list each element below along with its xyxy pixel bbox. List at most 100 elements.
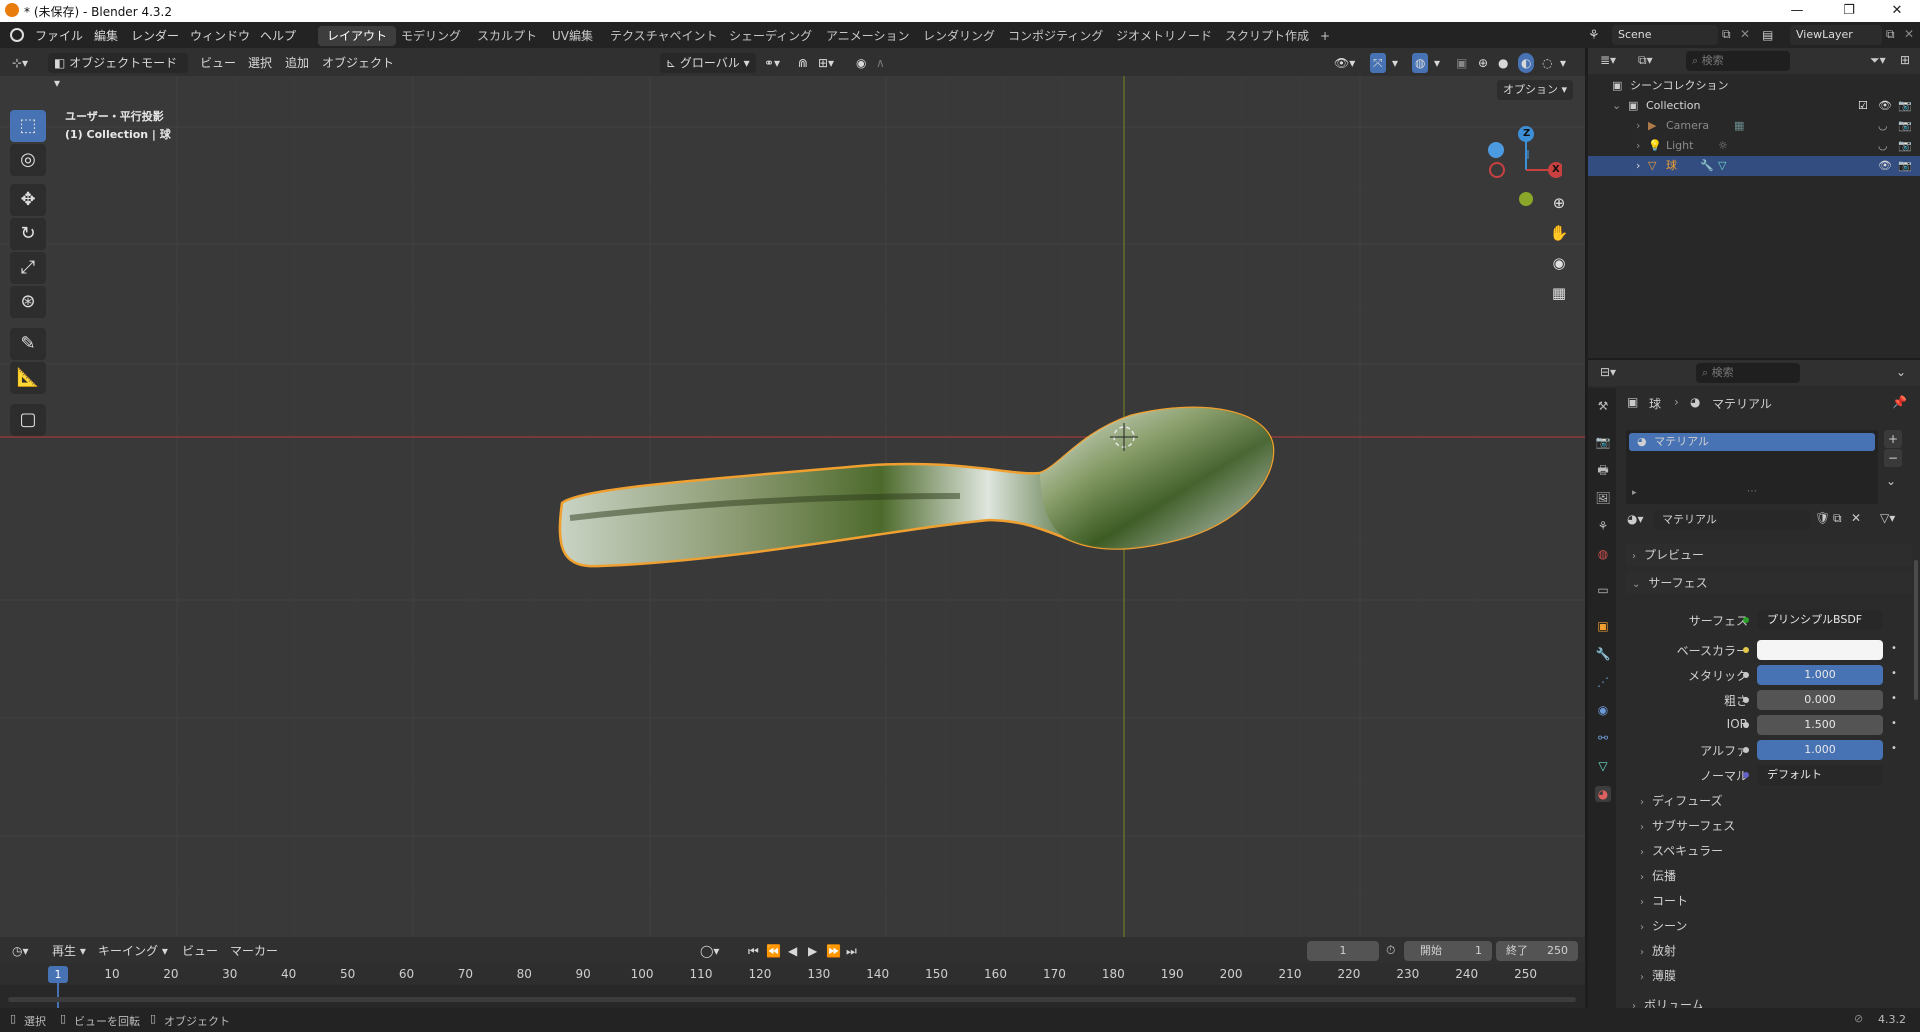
wireframe-shading-icon[interactable]: ⊕ <box>1478 53 1488 73</box>
tab-texture-paint[interactable]: テクスチャペイント <box>601 26 727 46</box>
surface-shader-field[interactable]: プリンシプルBSDF <box>1757 610 1883 630</box>
xray-icon[interactable]: ▣ <box>1456 53 1467 73</box>
scene-tab-icon[interactable]: ⚘ <box>1595 518 1611 534</box>
start-frame-field[interactable]: 開始 1 <box>1404 941 1492 961</box>
overlay-toggle-icon[interactable]: ◍ <box>1412 53 1429 73</box>
tab-sculpt[interactable]: スカルプト <box>468 26 546 46</box>
tab-animation[interactable]: アニメーション <box>817 26 919 46</box>
new-view-layer-icon[interactable]: ⧉ <box>1886 27 1895 42</box>
expand-icon[interactable]: › <box>1636 116 1640 136</box>
roughness-keyframe-icon[interactable]: • <box>1891 693 1897 704</box>
menu-window[interactable]: ウィンドウ <box>190 27 250 44</box>
filter-icon[interactable]: ⏷▾ <box>1870 53 1886 68</box>
render-tab-icon[interactable]: 📷 <box>1595 434 1611 450</box>
outliner-row-camera[interactable]: › ▶ Camera ▦ ◡ 📷 <box>1588 116 1920 136</box>
particles-tab-icon[interactable]: ⋰ <box>1595 674 1611 690</box>
pan-hand-icon[interactable]: ✋ <box>1545 220 1573 246</box>
modifier-tab-icon[interactable]: 🔧 <box>1595 646 1611 662</box>
view-layer-tab-icon[interactable]: 🖼 <box>1595 490 1611 506</box>
outliner-search-input[interactable]: ⌕ 検索 <box>1686 51 1790 71</box>
ior-field[interactable]: 1.500 <box>1757 715 1883 735</box>
light-visibility-icon[interactable]: ◡ <box>1878 136 1888 156</box>
base-color-keyframe-icon[interactable]: • <box>1891 643 1897 654</box>
subpanel-sheen[interactable]: › シーン <box>1640 917 1687 934</box>
output-tab-icon[interactable]: 🖶 <box>1595 462 1611 478</box>
alpha-field[interactable]: 1.000 <box>1757 740 1883 760</box>
camera-render-icon[interactable]: 📷 <box>1898 116 1912 136</box>
view-layer-field[interactable]: ViewLayer <box>1790 25 1882 45</box>
collection-checkbox[interactable]: ☑ <box>1858 96 1868 116</box>
properties-editor-type-icon[interactable]: ⊟▾ <box>1600 365 1616 379</box>
metallic-field[interactable]: 1.000 <box>1757 665 1883 685</box>
outliner-row-scene-collection[interactable]: ▣ シーンコレクション <box>1588 76 1920 96</box>
scene-name-field[interactable]: Scene <box>1612 25 1718 45</box>
metallic-keyframe-icon[interactable]: • <box>1891 668 1897 679</box>
subpanel-coat[interactable]: › コート <box>1640 892 1688 909</box>
fake-user-icon[interactable]: 🛡 <box>1815 511 1830 525</box>
menu-object[interactable]: オブジェクト <box>322 53 394 73</box>
jump-keyframe-forward-icon[interactable]: ⏩ <box>826 941 841 961</box>
tab-uv-editing[interactable]: UV編集 <box>543 26 602 46</box>
material-tab-icon[interactable]: ◕ <box>1595 786 1611 802</box>
rotate-tool-icon[interactable]: ↻ <box>10 218 46 250</box>
preview-range-icon[interactable]: ⏱ <box>1386 943 1395 958</box>
move-tool-icon[interactable]: ✥ <box>10 184 46 216</box>
select-tool-icon[interactable]: ⬚ <box>10 110 46 142</box>
properties-scrollbar[interactable] <box>1914 560 1918 700</box>
delete-view-layer-icon[interactable]: ✕ <box>1904 27 1914 41</box>
timeline-editor[interactable]: ◷▾ 再生 ▾ キーイング ▾ ビュー マーカー ◯▾ ⏮ ⏪ ◀ ▶ ⏩ ⏭ … <box>0 937 1585 1008</box>
slot-list-resize-handle[interactable]: ⋯ <box>1747 486 1757 497</box>
tab-scripting[interactable]: スクリプト作成 <box>1216 26 1318 46</box>
add-cube-tool-icon[interactable]: ▢ <box>10 404 46 436</box>
subpanel-specular[interactable]: › スペキュラー <box>1640 842 1723 859</box>
panel-volume[interactable]: › ボリューム <box>1626 994 1912 1008</box>
gizmo-toggle-icon[interactable]: ⤧ <box>1370 53 1386 73</box>
slot-list-expand-icon[interactable]: ▸ <box>1632 488 1637 498</box>
playhead[interactable]: 1 <box>48 966 68 983</box>
pin-icon[interactable]: 📌 <box>1892 395 1907 409</box>
editor-type-icon[interactable]: ⊹▾ <box>12 53 28 73</box>
menu-keying[interactable]: キーイング ▾ <box>98 941 168 961</box>
normal-field[interactable]: デフォルト <box>1757 765 1883 785</box>
menu-marker[interactable]: マーカー <box>230 941 278 961</box>
subpanel-thin-film[interactable]: › 薄膜 <box>1640 967 1676 984</box>
duplicate-material-icon[interactable]: ⧉ <box>1833 511 1842 526</box>
constraints-tab-icon[interactable]: ⚯ <box>1595 730 1611 746</box>
camera-view-icon[interactable]: ◉ <box>1545 250 1573 276</box>
expand-icon[interactable]: › <box>1636 136 1640 156</box>
play-reverse-icon[interactable]: ◀ <box>788 941 797 961</box>
outliner-row-collection[interactable]: ⌄ ▣ Collection ☑ 👁 📷 <box>1588 96 1920 116</box>
world-tab-icon[interactable]: ◍ <box>1595 546 1611 562</box>
material-preview-shading-icon[interactable]: ◐ <box>1518 53 1535 73</box>
slot-specials-icon[interactable]: ⌄ <box>1886 474 1896 488</box>
maximize-button[interactable]: ❐ <box>1826 0 1872 22</box>
object-tab-icon[interactable]: ▣ <box>1595 618 1611 634</box>
3d-viewport[interactable]: ユーザー・平行投影 (1) Collection | 球 Z X ⊕ ✋ ◉ ▦… <box>0 48 1585 937</box>
sphere-visibility-icon[interactable]: 👁 <box>1878 156 1892 176</box>
cursor-tool-icon[interactable]: ◎ <box>10 144 46 176</box>
add-slot-button[interactable]: + <box>1884 430 1902 448</box>
transform-tool-icon[interactable]: ⊛ <box>10 286 46 318</box>
minimize-button[interactable]: — <box>1774 0 1820 22</box>
timeline-scrollbar[interactable] <box>8 997 1576 1002</box>
solid-shading-icon[interactable]: ● <box>1498 53 1508 73</box>
subpanel-diffuse[interactable]: › ディフューズ <box>1640 792 1723 809</box>
unlink-material-icon[interactable]: ✕ <box>1851 511 1861 525</box>
scale-tool-icon[interactable]: ⤢ <box>10 252 46 284</box>
menu-select[interactable]: 選択 <box>248 53 272 73</box>
tab-modeling[interactable]: モデリング <box>392 26 470 46</box>
options-dropdown[interactable]: オプション ▾ <box>1497 80 1574 100</box>
proportional-edit-icon[interactable]: ◉ <box>856 53 866 73</box>
subpanel-emission[interactable]: › 放射 <box>1640 942 1676 959</box>
sphere-render-icon[interactable]: 📷 <box>1898 156 1912 176</box>
collection-visibility-icon[interactable]: 👁 <box>1878 96 1892 116</box>
shading-dropdown-icon[interactable]: ▾ <box>1560 53 1566 73</box>
remove-slot-button[interactable]: − <box>1884 449 1902 467</box>
measure-tool-icon[interactable]: 📐 <box>10 362 46 394</box>
physics-tab-icon[interactable]: ◉ <box>1595 702 1611 718</box>
tab-geometry-nodes[interactable]: ジオメトリノード <box>1107 26 1221 46</box>
menu-render[interactable]: レンダー <box>131 27 179 44</box>
base-color-swatch[interactable] <box>1757 640 1883 660</box>
new-collection-icon[interactable]: ⊞ <box>1900 53 1910 67</box>
alpha-keyframe-icon[interactable]: • <box>1891 743 1897 754</box>
